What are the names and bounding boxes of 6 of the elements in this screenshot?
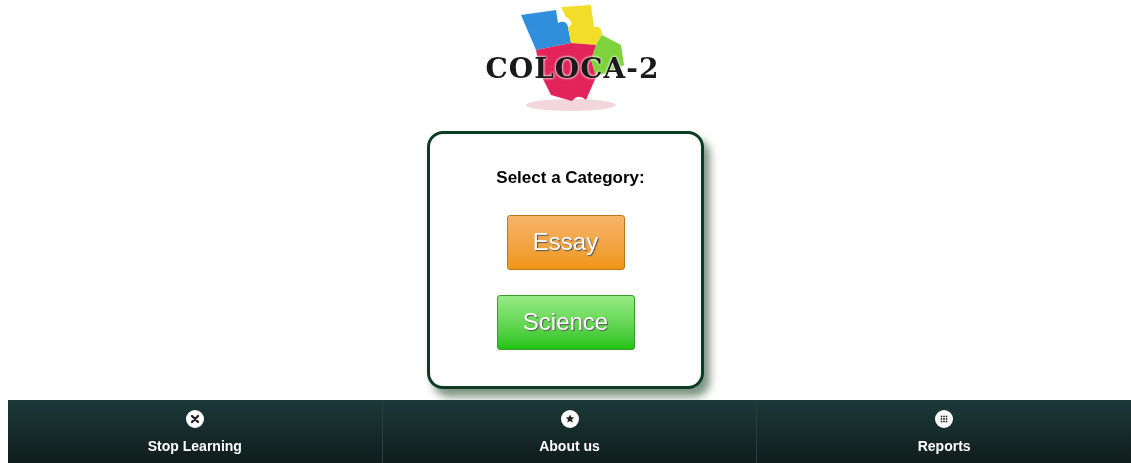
nav-tab[interactable]: Stop Learning — [8, 400, 382, 463]
nav-tab[interactable]: About us — [381, 400, 757, 463]
card-heading: Select a Category: — [496, 167, 645, 189]
grid-icon — [935, 410, 954, 428]
close-icon — [185, 410, 204, 428]
nav-tab[interactable]: Reports — [756, 400, 1131, 463]
